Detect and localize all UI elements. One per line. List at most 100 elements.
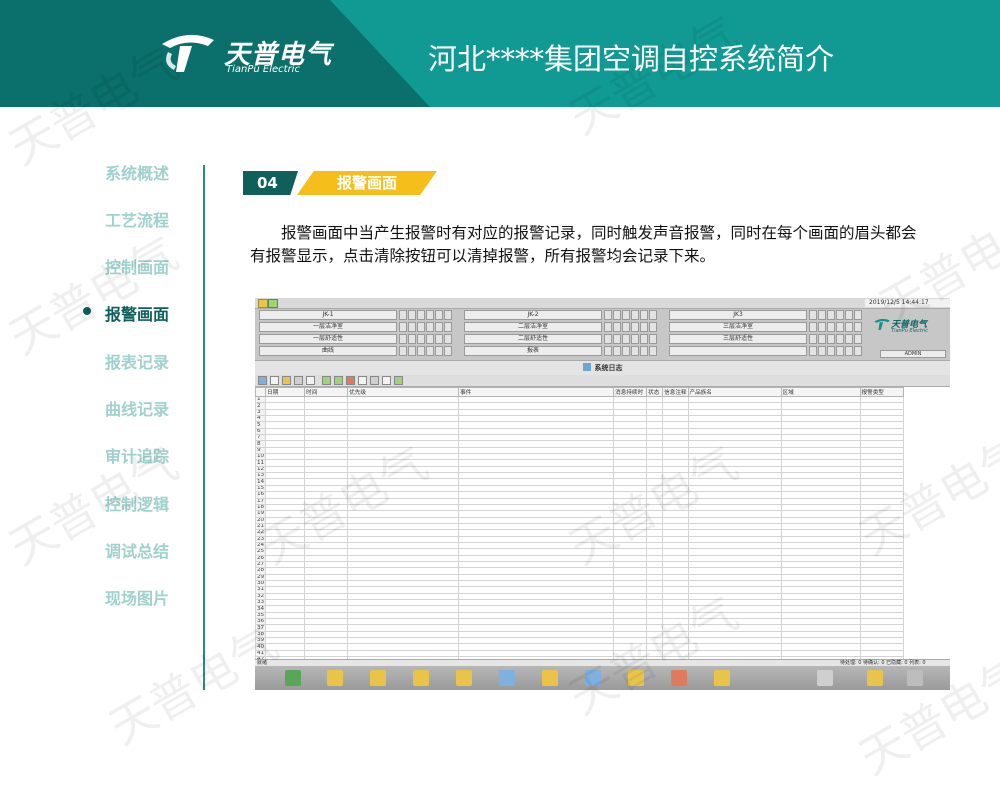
active-bullet-icon — [83, 307, 91, 315]
row-number: 23 — [255, 535, 267, 543]
function-button-icon[interactable] — [542, 670, 558, 686]
toolbar-tool-icon[interactable] — [358, 376, 367, 385]
screen-nav-button[interactable]: 一层洁净室 — [259, 322, 397, 332]
column-header[interactable]: 信息注释 — [662, 387, 689, 397]
column-header[interactable]: 报警类型 — [859, 387, 904, 397]
status-indicator-cell — [426, 310, 434, 320]
watermark: 天普电气 — [0, 226, 187, 365]
screen-nav-button[interactable]: 三层舒适性 — [669, 334, 807, 344]
alarm-screen-screenshot: 2019/12/5 14:44:17 JK-1 JK-2 JK3 一层洁净室 二层洁净室… — [255, 298, 950, 690]
status-indicator-cell — [836, 334, 844, 344]
function-button-icon[interactable] — [370, 670, 386, 686]
sidebar-item-4[interactable]: 报警画面 — [105, 301, 169, 325]
sidebar-item-9[interactable]: 调试总结 — [105, 538, 169, 562]
sidebar-item-3[interactable]: 控制画面 — [105, 254, 169, 278]
status-indicator-cell — [640, 310, 648, 320]
screen-nav-button[interactable]: 一层舒适性 — [259, 334, 397, 344]
header-banner: 天普电气 TianPu Electric 河北****集团空调自控系统简介 — [0, 0, 1000, 107]
column-header[interactable]: 日期 — [265, 387, 306, 397]
row-number: 14 — [255, 478, 267, 486]
status-indicator-cell — [399, 346, 407, 356]
toolbar-tool-icon[interactable] — [294, 376, 303, 385]
screen-nav-button[interactable]: 二层洁净室 — [464, 322, 602, 332]
column-header[interactable]: 时间 — [304, 387, 349, 397]
status-indicator-cell — [809, 310, 817, 320]
toolbar-tool-icon[interactable] — [282, 376, 291, 385]
function-button-icon[interactable] — [327, 670, 343, 686]
function-button-icon[interactable] — [817, 670, 833, 686]
toolbar-tool-icon[interactable] — [258, 376, 267, 385]
toolbar-tool-icon[interactable] — [322, 376, 331, 385]
status-indicator-cell — [426, 322, 434, 332]
function-button-icon[interactable] — [413, 670, 429, 686]
log-icon — [582, 363, 591, 371]
status-indicator-cell — [854, 346, 862, 356]
function-button-icon[interactable] — [456, 670, 472, 686]
toolbar-tool-icon[interactable] — [270, 376, 279, 385]
sidebar-item-6[interactable]: 曲线记录 — [105, 396, 169, 420]
row-number: 17 — [255, 497, 267, 505]
refresh-icon — [268, 299, 278, 308]
status-indicator-cell — [613, 310, 621, 320]
status-indicator-cell — [827, 346, 835, 356]
row-number: 27 — [255, 560, 267, 569]
status-indicator-cell — [408, 334, 416, 344]
function-button-icon[interactable] — [499, 670, 515, 686]
column-header[interactable]: 消息持续时 — [613, 387, 648, 397]
screen-nav-button[interactable]: JK3 — [669, 310, 807, 320]
column-header[interactable]: 事件 — [458, 387, 615, 397]
status-indicator-cell — [604, 346, 612, 356]
function-button-icon[interactable] — [285, 670, 301, 686]
toolbar-tool-icon[interactable] — [394, 376, 403, 385]
screen-nav-button[interactable]: 三层洁净室 — [669, 322, 807, 332]
status-indicator-cell — [845, 334, 853, 344]
sidebar-item-2[interactable]: 工艺流程 — [105, 207, 169, 231]
screen-nav-button[interactable]: 二层舒适性 — [464, 334, 602, 344]
status-indicator-cell — [809, 334, 817, 344]
sidebar-item-1[interactable]: 系统概述 — [105, 160, 169, 184]
function-button-icon[interactable] — [907, 670, 923, 686]
function-button-icon[interactable] — [628, 670, 644, 686]
screen-nav-button[interactable]: 曲线 — [259, 346, 397, 356]
section-number: 04 — [243, 171, 298, 195]
screen-nav-button[interactable]: JK-2 — [464, 310, 602, 320]
screen-nav-button[interactable]: 报表 — [464, 346, 602, 356]
sidebar-item-8[interactable]: 控制逻辑 — [105, 491, 169, 515]
row-number: 12 — [255, 465, 267, 474]
sidebar-item-5[interactable]: 报表记录 — [105, 349, 169, 373]
toolbar-tool-icon[interactable] — [370, 376, 379, 385]
status-indicator-cell — [622, 322, 630, 332]
toolbar-tool-icon[interactable] — [382, 376, 391, 385]
status-indicator-cell — [408, 322, 416, 332]
row-number: 13 — [255, 472, 267, 480]
row-number: 34 — [255, 605, 267, 613]
row-number: 33 — [255, 598, 267, 607]
column-header[interactable]: 状态 — [646, 387, 664, 397]
column-header[interactable]: 产品族名 — [687, 387, 782, 397]
screen-nav-button[interactable] — [669, 346, 807, 356]
row-number: 41 — [255, 649, 267, 658]
row-number: 22 — [255, 529, 267, 537]
section-description: 报警画面中当产生报警时有对应的报警记录，同时触发声音报警，同时在每个画面的眉头都… — [250, 224, 917, 265]
toolbar-tool-icon[interactable] — [334, 376, 343, 385]
status-indicator-cell — [640, 334, 648, 344]
screen-nav-button[interactable]: JK-1 — [259, 310, 397, 320]
toolbar-tool-icon[interactable] — [306, 376, 315, 385]
function-button-icon[interactable] — [585, 670, 601, 686]
column-header[interactable]: 优先级 — [347, 387, 460, 397]
company-logo-subtext: TianPu Electric — [226, 64, 300, 75]
alarm-log-table: 日期 时间 优先级 事件 消息持续时 状态 信息注释 产品族名 区域 报警类型 123456789… — [255, 387, 904, 659]
toolbar-tool-icon[interactable] — [346, 376, 355, 385]
row-number: 18 — [255, 503, 267, 512]
function-button-icon[interactable] — [867, 670, 883, 686]
column-header[interactable]: 区域 — [780, 387, 861, 397]
status-indicator-cell — [435, 322, 443, 332]
status-indicator-cell — [845, 346, 853, 356]
sidebar-item-10[interactable]: 现场图片 — [105, 585, 169, 609]
sidebar-item-7[interactable]: 审计追踪 — [105, 443, 169, 467]
screenshot-logo-subtext: TianPu Electric — [891, 328, 928, 334]
function-button-icon[interactable] — [714, 670, 730, 686]
function-button-icon[interactable] — [671, 670, 687, 686]
status-indicator-cell — [417, 346, 425, 356]
row-number: 28 — [255, 567, 267, 575]
